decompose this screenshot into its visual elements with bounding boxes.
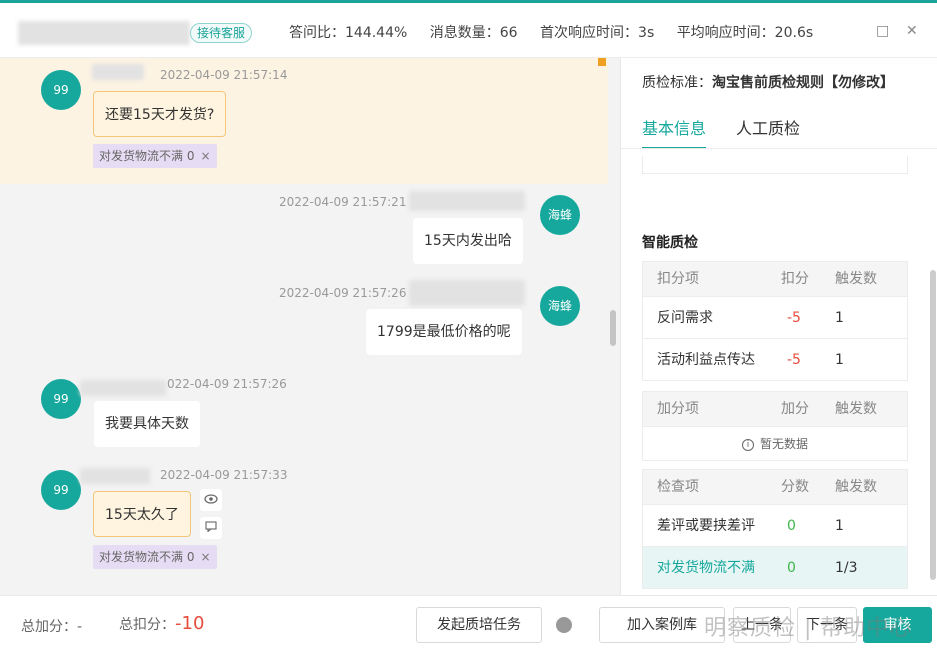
header-item: 加分项 [657, 401, 699, 417]
start-training-button[interactable]: 发起质培任务 [416, 607, 542, 643]
header-bar: 接待客服 答问比：144.44% 消息数量：66 首次响应时间：3s 平均响应时… [0, 0, 937, 58]
item-count: 1 [835, 352, 844, 368]
total-add: 总加分：- [21, 616, 82, 636]
watermark: 明察质检 | 帮助中心 [704, 616, 913, 641]
sender-name-blurred [92, 64, 144, 80]
table-header: 扣分项 扣分 触发数 [643, 262, 907, 296]
message-time: 022-04-09 21:57:26 [167, 377, 287, 391]
sender-name-blurred [80, 468, 150, 484]
total-deduct: 总扣分：-10 [119, 613, 204, 634]
chip-close-icon[interactable]: × [200, 550, 210, 564]
sender-name-blurred [409, 280, 525, 306]
previous-section-box [642, 156, 908, 174]
item-score: 0 [787, 560, 796, 576]
item-name: 活动利益点传达 [657, 352, 755, 368]
table-row[interactable]: 活动利益点传达 -5 1 [643, 338, 907, 380]
customer-name-blurred [18, 21, 190, 45]
message-time: 2022-04-09 21:57:26 [279, 286, 407, 300]
check-table: 检查项 分数 触发数 差评或要挟差评 0 1 对发货物流不满 0 1/3 [642, 469, 908, 589]
item-score: -5 [787, 352, 801, 368]
panel-scrollbar[interactable] [930, 270, 936, 580]
table-header: 加分项 加分 触发数 [643, 392, 907, 426]
avatar: 99 [41, 70, 81, 110]
chip-close-icon[interactable]: × [200, 149, 210, 163]
item-name: 差评或要挟差评 [657, 518, 755, 534]
item-name: 反问需求 [657, 310, 713, 326]
sender-name-blurred [80, 380, 166, 396]
message-bubble: 15天内发出哈 [413, 218, 523, 264]
item-score: 0 [787, 518, 796, 534]
deduct-table: 扣分项 扣分 触发数 反问需求 -5 1 活动利益点传达 -5 1 [642, 261, 908, 381]
qc-panel: 质检标准：淘宝售前质检规则【勿修改】 基本信息 人工质检 智能质检 扣分项 扣分… [620, 58, 937, 595]
restore-icon[interactable]: □ [876, 23, 889, 39]
table-header: 检查项 分数 触发数 [643, 470, 907, 504]
chat-scrollbar[interactable] [610, 310, 616, 346]
header-score: 分数 [781, 479, 809, 495]
header-count: 触发数 [835, 479, 877, 495]
avatar: 99 [41, 379, 81, 419]
item-count: 1/3 [835, 560, 858, 576]
item-name: 对发货物流不满 [657, 560, 755, 576]
table-row[interactable]: 反问需求 -5 1 [643, 296, 907, 338]
total-add-label: 总加分： [21, 619, 77, 635]
header-score: 加分 [781, 401, 809, 417]
comment-icon[interactable] [200, 517, 222, 539]
avatar: 99 [41, 470, 81, 510]
close-icon[interactable]: ✕ [906, 23, 918, 39]
message-count: 消息数量：66 [429, 25, 518, 41]
record-icon[interactable] [556, 617, 572, 633]
answer-ratio: 答问比：144.44% [289, 25, 408, 41]
message-bubble: 我要具体天数 [94, 401, 200, 447]
header-count: 触发数 [835, 271, 877, 287]
item-score: -5 [787, 310, 801, 326]
qc-window: 接待客服 答问比：144.44% 消息数量：66 首次响应时间：3s 平均响应时… [0, 0, 937, 650]
total-deduct-label: 总扣分： [119, 617, 175, 633]
message-bubble: 还要15天才发货? [93, 91, 227, 137]
info-icon: i [741, 438, 754, 451]
tab-divider [621, 148, 937, 149]
qc-tag-label: 对发货物流不满 0 [99, 550, 195, 564]
section-title: 智能质检 [642, 235, 698, 251]
table-row[interactable]: 差评或要挟差评 0 1 [643, 504, 907, 546]
qc-tag-chip: 对发货物流不满 0 × [93, 144, 217, 168]
qc-standard-label: 质检标准： [642, 75, 712, 91]
qc-standard-value: 淘宝售前质检规则【勿修改】 [712, 75, 894, 91]
item-count: 1 [835, 310, 844, 326]
message-time: 2022-04-09 21:57:21 [279, 195, 407, 209]
avg-response-time: 平均响应时间：20.6s [676, 25, 814, 41]
header-item: 扣分项 [657, 271, 699, 287]
bonus-table: 加分项 加分 触发数 i 暂无数据 [642, 391, 908, 461]
header-count: 触发数 [835, 401, 877, 417]
header-item: 检查项 [657, 479, 699, 495]
message-bubble: 15天太久了 [93, 491, 191, 537]
qc-tag-label: 对发货物流不满 0 [99, 149, 195, 163]
first-response-time: 首次响应时间：3s [540, 25, 655, 41]
flag-marker [598, 58, 606, 66]
message-time: 2022-04-09 21:57:14 [160, 68, 288, 82]
agent-avatar: 海蜂 [540, 195, 580, 235]
message-time: 2022-04-09 21:57:33 [160, 468, 288, 482]
total-deduct-value: -10 [175, 613, 205, 634]
total-add-value: - [77, 619, 83, 635]
eye-icon[interactable] [200, 489, 222, 511]
header-score: 扣分 [781, 271, 809, 287]
chat-area[interactable]: 99 2022-04-09 21:57:14 还要15天才发货? 对发货物流不满… [0, 58, 620, 595]
item-count: 1 [835, 518, 844, 534]
empty-text: 暂无数据 [759, 437, 808, 451]
message-bubble: 1799是最低价格的呢 [366, 309, 522, 355]
service-tag: 接待客服 [190, 23, 253, 43]
stats-bar: 答问比：144.44% 消息数量：66 首次响应时间：3s 平均响应时间：20.… [289, 22, 831, 42]
qc-standard: 质检标准：淘宝售前质检规则【勿修改】 [642, 72, 894, 92]
agent-avatar: 海蜂 [540, 286, 580, 326]
empty-state: i 暂无数据 [643, 426, 907, 460]
tab-manual-qc[interactable]: 人工质检 [736, 115, 800, 147]
sender-name-blurred [409, 191, 525, 211]
tab-basic-info[interactable]: 基本信息 [642, 115, 707, 149]
qc-tag-chip: 对发货物流不满 0 × [93, 545, 217, 569]
table-row-selected[interactable]: 对发货物流不满 0 1/3 [643, 546, 907, 588]
